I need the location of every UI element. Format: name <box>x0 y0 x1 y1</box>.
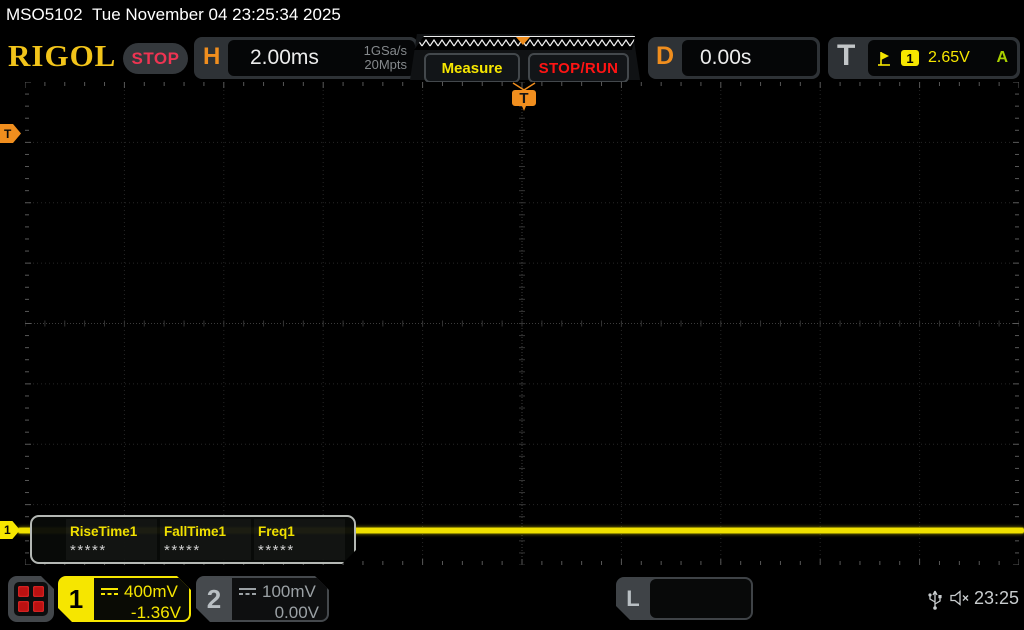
usb-icon <box>928 590 942 610</box>
measurement-value: ***** <box>258 542 295 559</box>
acquisition-status-badge: STOP <box>123 43 188 74</box>
datetime: Tue November 04 23:25:34 2025 <box>92 5 341 24</box>
oscilloscope-screen: MSO5102 Tue November 04 23:25:34 2025 RI… <box>0 0 1024 630</box>
channel2-number: 2 <box>206 583 222 614</box>
graticule-grid <box>24 81 1020 566</box>
measurement-name: FallTime1 <box>164 524 227 539</box>
logic-row1: 0 1 2 3 4 5 6 7 <box>663 620 738 630</box>
trigger-source-badge: 1 <box>901 50 919 66</box>
logic-body: 0 1 2 3 4 5 6 7 8 9 1011 12131415 <box>650 579 751 618</box>
graticule <box>24 81 1020 566</box>
trigger-inner: 1 2.65V A <box>868 40 1017 76</box>
trigger-level-value: 2.65V <box>928 49 970 66</box>
dc-coupling-icon <box>239 587 256 597</box>
channel2-scale: 100mV <box>262 582 316 601</box>
logic-channels-block[interactable]: L 0 1 2 3 4 5 6 7 8 9 1011 12131415 <box>616 577 753 620</box>
dc-coupling-icon <box>101 587 118 597</box>
measurement-value: ***** <box>70 542 107 559</box>
memory-depth: 20Mpts <box>364 57 407 72</box>
overview-trigger-marker-icon[interactable] <box>516 37 530 45</box>
channel2-body: 100mV 0.00V <box>232 578 327 620</box>
channel2-status-block[interactable]: 2 100mV 0.00V <box>196 576 329 622</box>
sample-rate: 1GSa/s <box>363 43 407 58</box>
measure-button[interactable]: Measure <box>424 53 520 83</box>
rigol-logo: RIGOL <box>8 38 117 73</box>
rising-edge-icon <box>878 52 890 66</box>
measurement-value: ***** <box>164 542 201 559</box>
topbar-gap <box>83 5 92 24</box>
channel1-status-block[interactable]: 1 400mV -1.36V <box>58 576 191 622</box>
menu-square <box>33 586 44 597</box>
speaker-muted-icon <box>950 590 969 606</box>
channel1-offset: -1.36V <box>130 603 181 622</box>
measurement-name: Freq1 <box>258 524 295 539</box>
trigger-level-marker[interactable]: T <box>0 124 21 143</box>
menu-square <box>33 601 44 612</box>
channel1-offset-marker[interactable]: 1 <box>0 521 20 539</box>
channel1-body: 400mV -1.36V <box>94 578 189 620</box>
trigger-position-marker[interactable]: T <box>507 82 541 116</box>
delay-value: 0.00s <box>700 46 752 69</box>
horizontal-inner: 2.00ms 1GSa/s 20Mpts <box>228 40 415 76</box>
channel2-offset: 0.00V <box>274 603 319 622</box>
channel1-scale: 400mV <box>124 582 178 601</box>
horizontal-timebase-block[interactable]: 2.00ms 1GSa/s 20Mpts H <box>194 37 418 79</box>
grid-menu-icon <box>14 582 48 616</box>
trigger-label: T <box>837 39 856 72</box>
delay-label: D <box>656 42 675 70</box>
clock: 23:25 <box>974 588 1020 608</box>
acquisition-rates: 1GSa/s 20Mpts <box>364 44 407 72</box>
delay-inner: 0.00s <box>682 40 817 76</box>
horizontal-label: H <box>203 43 221 70</box>
stop-run-button[interactable]: STOP/RUN <box>528 53 629 83</box>
trigger-delay-block[interactable]: 0.00s D <box>648 37 820 79</box>
measurement-panel[interactable]: RiseTime1 ***** FallTime1 ***** Freq1 **… <box>30 515 356 564</box>
measurement-name: RiseTime1 <box>70 524 138 539</box>
trigger-position-label: T <box>519 90 528 107</box>
menu-square <box>18 601 29 612</box>
trigger-mode: A <box>996 49 1008 66</box>
top-status-bar: MSO5102 Tue November 04 23:25:34 2025 <box>6 5 341 25</box>
timebase-value: 2.00ms <box>250 46 319 69</box>
trigger-block[interactable]: 1 2.65V A T <box>828 37 1020 79</box>
menu-square <box>18 586 29 597</box>
channel1-number: 1 <box>68 583 84 614</box>
logic-label: L <box>626 585 640 611</box>
main-menu-button[interactable] <box>8 576 54 622</box>
model-name: MSO5102 <box>6 5 83 24</box>
